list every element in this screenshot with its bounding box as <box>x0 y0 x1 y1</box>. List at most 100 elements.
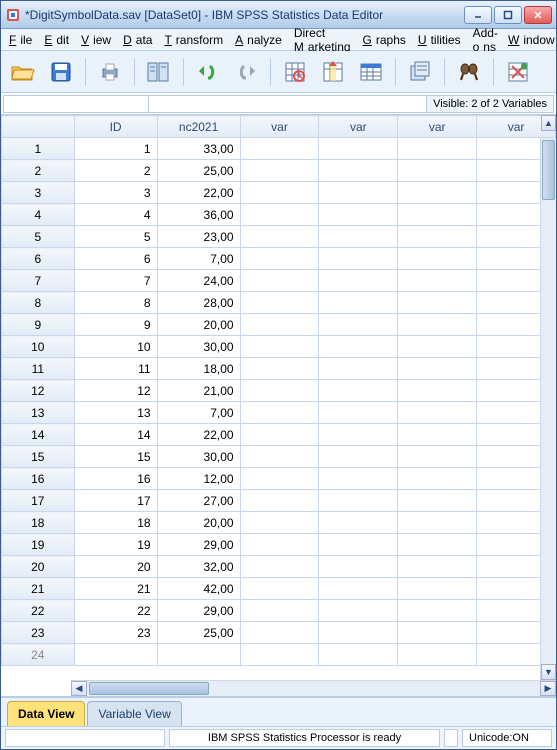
cell-empty[interactable] <box>319 490 398 512</box>
save-button[interactable] <box>45 56 77 88</box>
cell-empty[interactable] <box>319 644 398 666</box>
cell-empty[interactable] <box>240 402 319 424</box>
table-row[interactable]: 212142,00 <box>2 578 556 600</box>
row-header[interactable]: 18 <box>2 512 75 534</box>
column-header-id[interactable]: ID <box>74 116 157 138</box>
cell-empty[interactable] <box>319 204 398 226</box>
cell-empty[interactable] <box>398 468 477 490</box>
cell-nc2021[interactable]: 20,00 <box>157 512 240 534</box>
table-row[interactable]: 181820,00 <box>2 512 556 534</box>
cell-id[interactable]: 12 <box>74 380 157 402</box>
scroll-left-button[interactable]: ◀ <box>71 681 87 696</box>
print-button[interactable] <box>94 56 126 88</box>
cell-empty[interactable] <box>398 160 477 182</box>
cell-nc2021[interactable]: 18,00 <box>157 358 240 380</box>
cell-nc2021[interactable]: 28,00 <box>157 292 240 314</box>
table-row[interactable]: 3322,00 <box>2 182 556 204</box>
cell-empty[interactable] <box>240 336 319 358</box>
cell-nc2021[interactable]: 29,00 <box>157 600 240 622</box>
cell-nc2021[interactable]: 12,00 <box>157 468 240 490</box>
cell-empty[interactable] <box>398 248 477 270</box>
cell-empty[interactable] <box>319 226 398 248</box>
cell-empty[interactable] <box>319 314 398 336</box>
row-header[interactable]: 6 <box>2 248 75 270</box>
cell-id[interactable]: 11 <box>74 358 157 380</box>
row-header[interactable]: 21 <box>2 578 75 600</box>
table-row-empty[interactable]: 24 <box>2 644 556 666</box>
row-header[interactable]: 19 <box>2 534 75 556</box>
cell-empty[interactable] <box>240 600 319 622</box>
row-header[interactable]: 15 <box>2 446 75 468</box>
cell-empty[interactable] <box>240 446 319 468</box>
cell-empty[interactable] <box>319 512 398 534</box>
cell-empty[interactable] <box>398 292 477 314</box>
row-header[interactable]: 4 <box>2 204 75 226</box>
cell-id[interactable]: 8 <box>74 292 157 314</box>
minimize-button[interactable] <box>464 6 492 24</box>
cell-empty[interactable] <box>398 314 477 336</box>
table-row[interactable]: 13137,00 <box>2 402 556 424</box>
column-header-var[interactable]: var <box>240 116 319 138</box>
table-row[interactable]: 151530,00 <box>2 446 556 468</box>
menu-utilities[interactable]: Utilities <box>414 31 469 49</box>
vertical-scroll-thumb[interactable] <box>542 140 555 200</box>
cell-empty[interactable] <box>398 270 477 292</box>
data-grid[interactable]: ID nc2021 var var var var 1133,002225,00… <box>1 115 556 666</box>
table-row[interactable]: 7724,00 <box>2 270 556 292</box>
cell-id[interactable]: 7 <box>74 270 157 292</box>
row-header[interactable]: 8 <box>2 292 75 314</box>
table-row[interactable]: 232325,00 <box>2 622 556 644</box>
cell-nc2021[interactable]: 27,00 <box>157 490 240 512</box>
run-descriptives-button[interactable] <box>404 56 436 88</box>
table-row[interactable]: 202032,00 <box>2 556 556 578</box>
row-header[interactable]: 10 <box>2 336 75 358</box>
cell-id[interactable]: 10 <box>74 336 157 358</box>
cell-empty[interactable] <box>398 402 477 424</box>
cell-empty[interactable] <box>319 578 398 600</box>
table-row[interactable]: 4436,00 <box>2 204 556 226</box>
cell-empty[interactable] <box>240 556 319 578</box>
cell-empty[interactable] <box>319 556 398 578</box>
cell-id[interactable]: 21 <box>74 578 157 600</box>
cell-empty[interactable] <box>398 512 477 534</box>
scroll-down-button[interactable]: ▼ <box>541 664 556 680</box>
column-header-var[interactable]: var <box>398 116 477 138</box>
table-row[interactable]: 111118,00 <box>2 358 556 380</box>
row-header[interactable]: 13 <box>2 402 75 424</box>
cell-id[interactable]: 1 <box>74 138 157 160</box>
cell-empty[interactable] <box>398 424 477 446</box>
column-header-var[interactable]: var <box>319 116 398 138</box>
cell-empty[interactable] <box>319 534 398 556</box>
cell-empty[interactable] <box>319 160 398 182</box>
menu-edit[interactable]: Edit <box>40 31 77 49</box>
cell-value-box[interactable] <box>149 95 427 113</box>
menu-file[interactable]: File <box>5 31 40 49</box>
cell-empty[interactable] <box>398 204 477 226</box>
table-row[interactable]: 141422,00 <box>2 424 556 446</box>
cell-nc2021[interactable]: 22,00 <box>157 424 240 446</box>
cell-empty[interactable] <box>240 622 319 644</box>
horizontal-scrollbar[interactable]: ◀ ▶ <box>71 680 556 696</box>
table-row[interactable]: 191929,00 <box>2 534 556 556</box>
table-row[interactable]: 667,00 <box>2 248 556 270</box>
cell-id[interactable]: 18 <box>74 512 157 534</box>
cell-empty[interactable] <box>240 468 319 490</box>
cell-id[interactable]: 22 <box>74 600 157 622</box>
table-row[interactable]: 121221,00 <box>2 380 556 402</box>
cell-empty[interactable] <box>319 336 398 358</box>
find-button[interactable] <box>453 56 485 88</box>
cell-empty[interactable] <box>398 556 477 578</box>
row-header[interactable]: 12 <box>2 380 75 402</box>
row-header[interactable]: 9 <box>2 314 75 336</box>
table-row[interactable]: 161612,00 <box>2 468 556 490</box>
cell-id[interactable]: 15 <box>74 446 157 468</box>
insert-cases-button[interactable] <box>502 56 534 88</box>
table-row[interactable]: 101030,00 <box>2 336 556 358</box>
cell-empty[interactable] <box>319 358 398 380</box>
cell-empty[interactable] <box>240 578 319 600</box>
cell-nc2021[interactable]: 29,00 <box>157 534 240 556</box>
cell-nc2021[interactable]: 30,00 <box>157 336 240 358</box>
cell-empty[interactable] <box>240 292 319 314</box>
tab-data-view[interactable]: Data View <box>7 701 85 726</box>
cell-empty[interactable] <box>398 380 477 402</box>
